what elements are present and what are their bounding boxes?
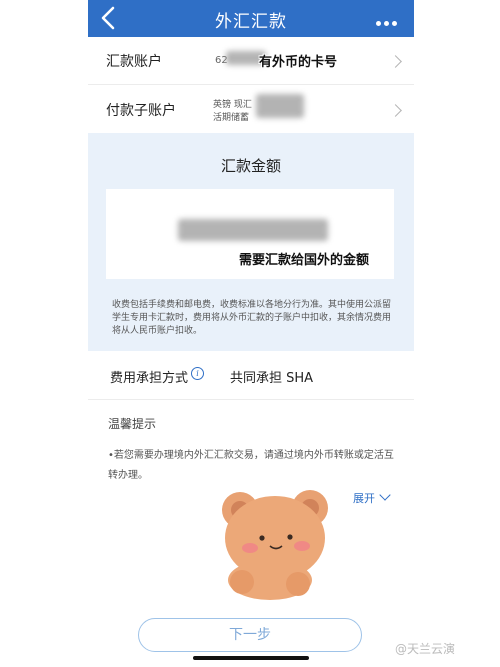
divider <box>88 399 414 400</box>
remit-account-label: 汇款账户 <box>106 54 162 70</box>
bear-sticker <box>222 490 328 600</box>
amount-annotation: 需要汇款给国外的金额 <box>239 253 370 268</box>
amount-input[interactable]: 需要汇款给国外的金额 <box>106 189 394 279</box>
tips-title: 温馨提示 <box>108 417 157 431</box>
fee-bearer-value: 共同承担 SHA <box>230 371 314 386</box>
header-bar: 外汇汇款 <box>88 0 414 37</box>
payment-subaccount-label: 付款子账户 <box>106 103 176 119</box>
next-button[interactable]: 下一步 <box>138 618 362 652</box>
subaccount-currency: 英镑 现汇 <box>213 100 252 110</box>
redacted-subaccount <box>256 94 304 118</box>
amount-section: 汇款金额 需要汇款给国外的金额 收费包括手续费和邮电费，收费标准以各地分行为准。… <box>88 133 414 351</box>
chevron-right-icon <box>389 55 402 68</box>
account-annotation: 有外币的卡号 <box>259 55 338 70</box>
chevron-right-icon <box>389 104 402 117</box>
watermark: @天兰云演 <box>395 642 456 656</box>
app-screen: 外汇汇款 汇款账户 62 有外币的卡号 付款子账户 英镑 现汇 活期储蓄 汇款金… <box>88 0 414 667</box>
fee-note: 收费包括手续费和邮电费，收费标准以各地分行为准。其中使用公派留学生专用卡汇款时，… <box>112 300 392 336</box>
chevron-down-icon <box>379 489 391 501</box>
amount-title: 汇款金额 <box>220 157 281 175</box>
remit-account-row[interactable]: 汇款账户 62 有外币的卡号 <box>88 37 414 85</box>
redacted-amount <box>178 219 328 241</box>
expand-label: 展开 <box>353 492 375 505</box>
expand-link[interactable]: 展开 <box>353 489 391 506</box>
page-title: 外汇汇款 <box>215 12 287 32</box>
fee-bearer-label: 费用承担方式 <box>110 371 189 386</box>
info-icon[interactable]: i <box>191 367 204 380</box>
home-indicator <box>193 656 309 660</box>
fee-bearer-row[interactable]: 费用承担方式 i 共同承担 SHA <box>88 351 414 399</box>
payment-subaccount-row[interactable]: 付款子账户 英镑 现汇 活期储蓄 <box>88 85 414 134</box>
subaccount-type: 活期储蓄 <box>213 113 250 123</box>
more-dots-icon[interactable] <box>376 11 404 26</box>
